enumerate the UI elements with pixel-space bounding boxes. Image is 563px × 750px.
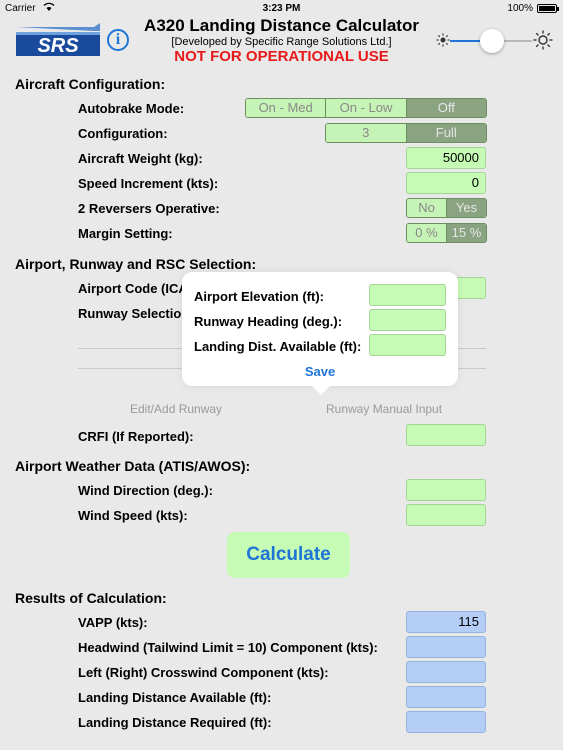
runway-heading-input[interactable]	[369, 309, 446, 331]
reversers-segmented: No Yes	[406, 198, 487, 218]
elevation-label: Airport Elevation (ft):	[194, 289, 324, 304]
app-subtitle: [Developed by Specific Range Solutions L…	[171, 36, 392, 48]
aircraft-config-heading: Aircraft Configuration:	[15, 76, 166, 92]
battery-icon	[537, 4, 559, 13]
margin-segmented: 0 % 15 %	[406, 223, 487, 243]
airport-code-label: Airport Code (ICA	[78, 281, 188, 296]
weight-label: Aircraft Weight (kg):	[78, 151, 203, 166]
crosswind-output	[406, 661, 486, 683]
wind-direction-input[interactable]	[406, 479, 486, 501]
margin-option-0[interactable]: 0 %	[407, 224, 446, 242]
speed-increment-label: Speed Increment (kts):	[78, 176, 219, 191]
configuration-segmented: 3 Full	[325, 123, 487, 143]
margin-label: Margin Setting:	[78, 226, 173, 241]
brightness-high-icon	[533, 30, 553, 50]
wind-speed-input[interactable]	[406, 504, 486, 526]
battery-percent: 100%	[507, 3, 533, 14]
vapp-label: VAPP (kts):	[78, 615, 148, 630]
app-title: A320 Landing Distance Calculator	[144, 16, 419, 35]
reversers-label: 2 Reversers Operative:	[78, 201, 220, 216]
operational-warning: NOT FOR OPERATIONAL USE	[174, 48, 389, 65]
weight-input[interactable]: 50000	[406, 147, 486, 169]
autobrake-segmented: On - Med On - Low Off	[245, 98, 487, 118]
autobrake-option-off[interactable]: Off	[405, 99, 486, 117]
wind-speed-label: Wind Speed (kts):	[78, 508, 188, 523]
results-heading: Results of Calculation:	[15, 590, 167, 606]
crfi-input[interactable]	[406, 424, 486, 446]
vapp-output: 115	[406, 611, 486, 633]
popover-lda-label: Landing Dist. Available (ft):	[194, 339, 362, 354]
reversers-option-no[interactable]: No	[407, 199, 446, 217]
popover-lda-input[interactable]	[369, 334, 446, 356]
save-button[interactable]: Save	[182, 364, 458, 379]
brightness-slider-knob[interactable]	[480, 29, 504, 53]
runway-heading-label: Runway Heading (deg.):	[194, 314, 343, 329]
ldr-label: Landing Distance Required (ft):	[78, 715, 272, 730]
autobrake-label: Autobrake Mode:	[78, 101, 185, 116]
wind-direction-label: Wind Direction (deg.):	[78, 483, 213, 498]
crosswind-label: Left (Right) Crosswind Component (kts):	[78, 665, 329, 680]
reversers-option-yes[interactable]: Yes	[446, 199, 486, 217]
autobrake-option-med[interactable]: On - Med	[246, 99, 326, 117]
headwind-output	[406, 636, 486, 658]
configuration-option-3[interactable]: 3	[326, 124, 406, 142]
runway-manual-input-button[interactable]: Runway Manual Input	[326, 402, 442, 416]
lda-output	[406, 686, 486, 708]
calculate-button[interactable]: Calculate	[227, 532, 350, 578]
configuration-option-full[interactable]: Full	[405, 124, 486, 142]
brightness-low-icon	[436, 33, 450, 47]
configuration-label: Configuration:	[78, 126, 168, 141]
speed-increment-input[interactable]: 0	[406, 172, 486, 194]
headwind-label: Headwind (Tailwind Limit = 10) Component…	[78, 640, 378, 655]
lda-result-label: Landing Distance Available (ft):	[78, 690, 272, 705]
runway-selection-label: Runway Selection	[78, 306, 190, 321]
airport-heading: Airport, Runway and RSC Selection:	[15, 256, 257, 272]
elevation-input[interactable]	[369, 284, 446, 306]
clock: 3:23 PM	[262, 3, 301, 14]
popover-arrow	[311, 385, 331, 395]
ldr-output	[406, 711, 486, 733]
margin-option-15[interactable]: 15 %	[446, 224, 486, 242]
crfi-label: CRFI (If Reported):	[78, 429, 194, 444]
edit-runway-button[interactable]: Edit/Add Runway	[130, 402, 222, 416]
weather-heading: Airport Weather Data (ATIS/AWOS):	[15, 458, 251, 474]
autobrake-option-low[interactable]: On - Low	[325, 99, 406, 117]
